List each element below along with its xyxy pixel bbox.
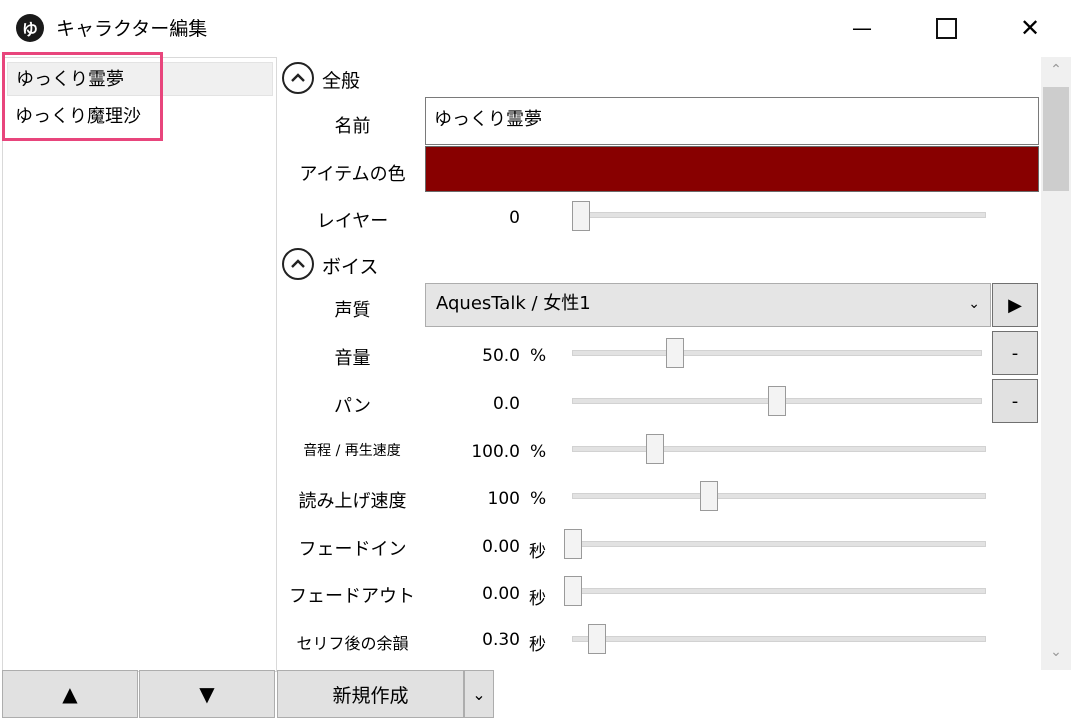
pan-label: パン [334, 396, 371, 417]
voice-quality-label: 声質 [334, 300, 371, 321]
read-speed-slider-track[interactable] [572, 493, 986, 499]
layer-label: レイヤー [316, 211, 389, 232]
collapse-general-icon[interactable] [282, 62, 314, 94]
maximize-button[interactable] [918, 0, 974, 56]
pitch-slider-track[interactable] [572, 446, 986, 452]
move-down-button[interactable]: ▼ [139, 670, 275, 718]
new-dropdown-button[interactable]: ⌄ [464, 670, 494, 718]
fade-out-slider-thumb[interactable] [564, 576, 582, 606]
volume-slider-thumb[interactable] [665, 338, 684, 368]
pitch-unit: % [530, 442, 547, 462]
voice-quality-select[interactable]: AquesTalk / 女性1 ⌄ [425, 283, 991, 327]
scroll-up-icon[interactable]: ⌃ [1041, 62, 1071, 84]
character-list[interactable]: ゆっくり霊夢 ゆっくり魔理沙 [2, 57, 277, 672]
read-speed-value: 100 [487, 489, 520, 509]
read-speed-label: 読み上げ速度 [298, 491, 407, 512]
layer-slider-track[interactable] [572, 212, 986, 218]
annotation-highlight-box [2, 52, 163, 141]
item-color-swatch[interactable] [425, 146, 1039, 192]
fade-in-unit: 秒 [529, 542, 546, 562]
afterglow-label: セリフ後の余韻 [296, 634, 409, 653]
afterglow-slider-thumb[interactable] [587, 624, 606, 654]
minimize-button[interactable]: — [834, 0, 890, 56]
name-label: 名前 [334, 116, 371, 137]
fade-out-unit: 秒 [529, 589, 546, 609]
fade-in-value: 0.00 [482, 537, 520, 557]
afterglow-unit: 秒 [529, 635, 546, 655]
app-icon: ゆ [16, 14, 44, 42]
volume-reset-button[interactable]: - [992, 331, 1038, 375]
pan-slider-thumb[interactable] [768, 386, 786, 416]
fade-out-slider-track[interactable] [572, 588, 986, 594]
fade-in-label: フェードイン [298, 539, 407, 560]
layer-value: 0 [509, 208, 520, 228]
read-speed-slider-thumb[interactable] [699, 481, 718, 511]
volume-value: 50.0 [482, 346, 520, 366]
move-up-button[interactable]: ▲ [2, 670, 138, 718]
section-general-label: 全般 [322, 70, 361, 92]
close-button[interactable]: ✕ [1002, 0, 1058, 56]
scrollbar-thumb[interactable] [1043, 87, 1069, 191]
title-bar[interactable]: ゆ キャラクター編集 — ✕ [0, 0, 1074, 56]
section-voice-label: ボイス [322, 256, 379, 278]
new-character-button[interactable]: 新規作成 [277, 670, 464, 718]
maximize-icon [935, 17, 957, 39]
collapse-voice-icon[interactable] [282, 248, 314, 280]
voice-quality-value: AquesTalk / 女性1 [436, 293, 591, 314]
name-input[interactable]: ゆっくり霊夢 [425, 97, 1039, 145]
volume-unit: % [530, 346, 547, 366]
fade-out-value: 0.00 [482, 584, 520, 604]
volume-label: 音量 [334, 348, 371, 369]
pitch-value: 100.0 [471, 442, 520, 462]
play-voice-button[interactable]: ▶ [992, 283, 1038, 327]
layer-slider-thumb[interactable] [572, 201, 590, 231]
afterglow-slider-track[interactable] [572, 636, 986, 642]
pan-value: 0.0 [492, 394, 520, 414]
item-color-label: アイテムの色 [299, 164, 406, 185]
volume-slider-track[interactable] [572, 350, 982, 356]
chevron-down-icon: ⌄ [968, 296, 980, 312]
pitch-label: 音程 / 再生速度 [303, 443, 401, 459]
fade-in-slider-track[interactable] [572, 541, 986, 547]
pitch-slider-thumb[interactable] [645, 434, 664, 464]
fade-out-label: フェードアウト [289, 586, 415, 607]
scroll-down-icon[interactable]: ⌄ [1041, 644, 1071, 666]
window-title: キャラクター編集 [56, 18, 208, 40]
pan-reset-button[interactable]: - [992, 379, 1038, 423]
afterglow-value: 0.30 [482, 630, 520, 650]
fade-in-slider-thumb[interactable] [564, 529, 582, 559]
read-speed-unit: % [530, 489, 547, 509]
